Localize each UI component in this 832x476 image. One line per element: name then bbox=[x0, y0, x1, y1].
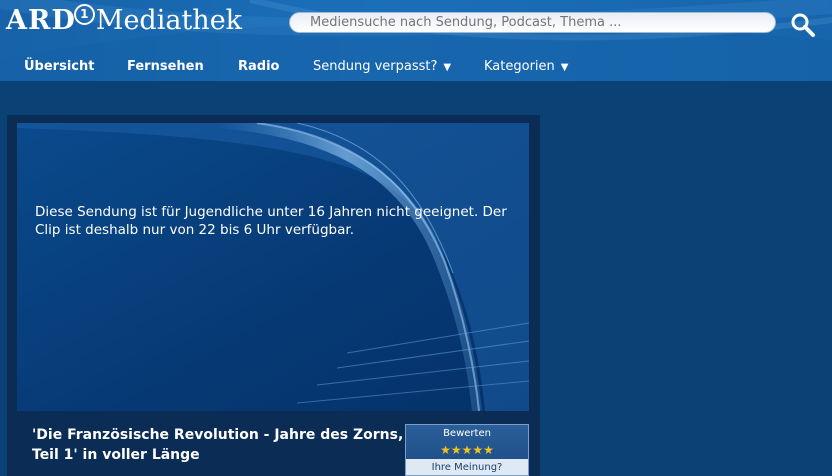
nav-item-sendung-verpasst[interactable]: Sendung verpasst? ▼ bbox=[313, 54, 451, 80]
nav-item-uebersicht[interactable]: Übersicht bbox=[24, 54, 94, 80]
caret-down-icon: ▼ bbox=[560, 62, 569, 73]
nav-item-label: Fernsehen bbox=[127, 59, 204, 74]
video-player[interactable]: Diese Sendung ist für Jugendliche unter … bbox=[17, 123, 529, 411]
nav-item-fernsehen[interactable]: Fernsehen bbox=[127, 54, 204, 80]
video-title: 'Die Französische Revolution - Jahre des… bbox=[32, 427, 404, 463]
main-nav: Übersicht Fernsehen Radio Sendung verpas… bbox=[0, 54, 832, 81]
logo-mediathek-text: Mediathek bbox=[95, 4, 243, 36]
search-button[interactable] bbox=[790, 12, 816, 38]
nav-item-radio[interactable]: Radio bbox=[238, 54, 279, 80]
nav-item-kategorien[interactable]: Kategorien ▼ bbox=[484, 54, 568, 80]
rating-widget: Bewerten ★★★★★ Ihre Meinung? bbox=[405, 424, 529, 476]
nav-item-label: Kategorien bbox=[484, 59, 555, 74]
nav-item-label: Sendung verpasst? bbox=[313, 59, 438, 74]
search-field bbox=[289, 12, 776, 33]
age-restriction-message: Diese Sendung ist für Jugendliche unter … bbox=[35, 204, 507, 238]
rating-title: Bewerten bbox=[443, 428, 491, 439]
ard-mediathek-logo[interactable]: ARD 1 Mediathek bbox=[6, 3, 242, 37]
caret-down-icon: ▼ bbox=[443, 62, 452, 73]
rating-stars[interactable]: ★★★★★ bbox=[406, 442, 528, 459]
logo-one-emblem: 1 bbox=[73, 3, 95, 25]
opinion-link[interactable]: Ihre Meinung? bbox=[406, 459, 528, 475]
video-background-swoosh bbox=[17, 123, 529, 411]
search-icon bbox=[791, 13, 815, 37]
search-input[interactable] bbox=[310, 13, 765, 32]
header: ARD 1 Mediathek Übersicht Fernsehen Radi… bbox=[0, 0, 832, 81]
nav-item-label: Radio bbox=[238, 59, 280, 74]
logo-ard-text: ARD bbox=[6, 4, 76, 36]
nav-item-label: Übersicht bbox=[24, 59, 95, 74]
